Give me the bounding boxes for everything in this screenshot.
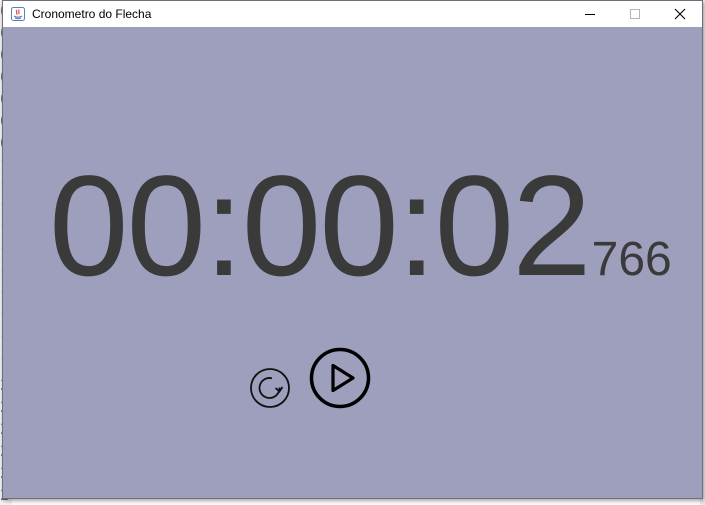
elapsed-time-milliseconds: 766 <box>591 233 672 286</box>
elapsed-time-display: 00:00:02766 <box>49 155 672 298</box>
window-title: Cronometro do Flecha <box>32 7 152 21</box>
reset-icon <box>250 368 290 408</box>
maximize-icon <box>629 9 640 19</box>
minimize-button[interactable] <box>567 1 612 27</box>
play-button[interactable] <box>309 347 371 409</box>
java-app-icon[interactable] <box>10 6 26 22</box>
stopwatch-window: Cronometro do Flecha 00:00:02766 <box>2 0 703 499</box>
reset-button[interactable] <box>248 366 292 410</box>
close-icon <box>674 8 685 20</box>
play-icon <box>309 347 371 409</box>
stopwatch-content: 00:00:02766 <box>3 27 702 498</box>
maximize-button[interactable] <box>612 1 657 27</box>
title-bar[interactable]: Cronometro do Flecha <box>3 1 702 27</box>
close-button[interactable] <box>657 1 702 27</box>
minimize-icon <box>584 14 595 15</box>
elapsed-time-hms: 00:00:02 <box>49 147 592 306</box>
